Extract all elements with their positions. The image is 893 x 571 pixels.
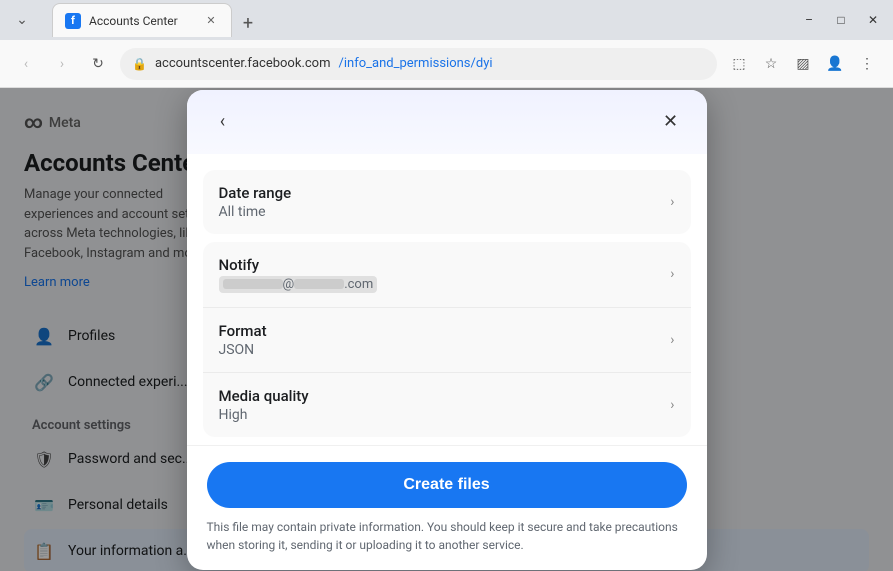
media-quality-title: Media quality <box>219 387 309 405</box>
modal-footer: Create files This file may contain priva… <box>187 445 707 570</box>
privacy-note: This file may contain private informatio… <box>207 518 687 554</box>
tab-close-button[interactable]: ✕ <box>203 13 219 29</box>
modal-overlay[interactable]: ‹ ✕ Date range All time › <box>0 88 893 571</box>
date-range-value: All time <box>219 204 292 220</box>
tab-title: Accounts Center <box>89 14 195 28</box>
page-content: ∞ Meta Accounts Center Manage your conne… <box>0 88 893 571</box>
format-item[interactable]: Format JSON › <box>203 308 691 373</box>
notify-email-value: @.com <box>219 276 378 293</box>
active-tab[interactable]: f Accounts Center ✕ <box>52 3 232 37</box>
bookmark-button[interactable]: ☆ <box>757 50 785 78</box>
url-base: accountscenter.facebook.com <box>155 56 331 71</box>
create-files-button[interactable]: Create files <box>207 462 687 508</box>
modal-header: ‹ ✕ <box>187 90 707 154</box>
date-range-label: Date range All time <box>219 184 292 220</box>
new-tab-button[interactable]: + <box>234 9 262 37</box>
url-bar[interactable]: 🔒 accountscenter.facebook.com/info_and_p… <box>120 48 717 80</box>
modal-dialog: ‹ ✕ Date range All time › <box>187 90 707 570</box>
refresh-button[interactable]: ↻ <box>84 50 112 78</box>
date-range-title: Date range <box>219 184 292 202</box>
media-quality-item[interactable]: Media quality High › <box>203 373 691 437</box>
format-chevron: › <box>670 332 674 348</box>
notify-chevron: › <box>670 266 674 282</box>
format-value: JSON <box>219 342 267 358</box>
title-bar: ⌄ f Accounts Center ✕ + – □ ✕ <box>0 0 893 40</box>
back-button[interactable]: ‹ <box>12 50 40 78</box>
tab-bar: f Accounts Center ✕ + <box>44 3 270 37</box>
format-label-group: Format JSON <box>219 322 267 358</box>
browser-frame: ⌄ f Accounts Center ✕ + – □ ✕ ‹ › ↻ <box>0 0 893 571</box>
dropdown-btn[interactable]: ⌄ <box>8 6 36 34</box>
notify-label-group: Notify @.com <box>219 256 378 293</box>
url-path: /info_and_permissions/dyi <box>339 56 493 71</box>
format-title: Format <box>219 322 267 340</box>
profile-button[interactable]: 👤 <box>821 50 849 78</box>
media-quality-value: High <box>219 407 309 423</box>
media-quality-chevron: › <box>670 397 674 413</box>
date-range-chevron: › <box>670 194 674 210</box>
notify-title: Notify <box>219 256 378 274</box>
date-range-group: Date range All time › <box>203 170 691 234</box>
address-bar: ‹ › ↻ 🔒 accountscenter.facebook.com/info… <box>0 40 893 88</box>
notify-item[interactable]: Notify @.com › <box>203 242 691 308</box>
maximize-button[interactable]: □ <box>829 8 853 32</box>
menu-button[interactable]: ⋮ <box>853 50 881 78</box>
tab-favicon: f <box>65 13 81 29</box>
media-quality-label-group: Media quality High <box>219 387 309 423</box>
settings-group: Notify @.com › Format JSON <box>203 242 691 437</box>
window-controls: ⌄ <box>8 6 36 34</box>
sidebar-button[interactable]: ▨ <box>789 50 817 78</box>
modal-back-button[interactable]: ‹ <box>207 106 239 138</box>
date-range-item[interactable]: Date range All time › <box>203 170 691 234</box>
forward-button[interactable]: › <box>48 50 76 78</box>
toolbar-actions: ⬚ ☆ ▨ 👤 ⋮ <box>725 50 881 78</box>
close-window-button[interactable]: ✕ <box>861 8 885 32</box>
cast-button[interactable]: ⬚ <box>725 50 753 78</box>
minimize-button[interactable]: – <box>797 8 821 32</box>
lock-icon: 🔒 <box>132 57 147 71</box>
modal-close-button[interactable]: ✕ <box>655 106 687 138</box>
modal-body: Date range All time › Notify <box>187 154 707 445</box>
